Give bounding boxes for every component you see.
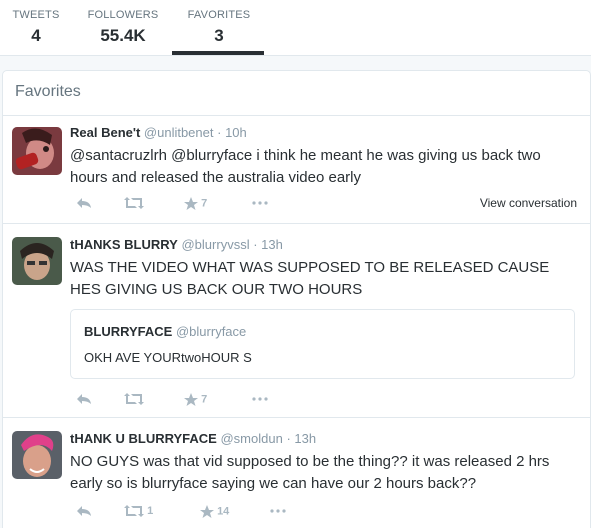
retweet-icon	[124, 393, 144, 406]
stat-favorites[interactable]: FAVORITES 3	[184, 9, 254, 46]
favorite-button[interactable]: 7	[184, 393, 207, 406]
tweet-author-name[interactable]: tHANK U BLURRYFACE	[70, 431, 217, 446]
favorites-panel: Favorites Real Bene't @unlitbenet · 10h …	[2, 70, 591, 528]
retweet-icon	[124, 505, 144, 518]
tweet-text: @santacruzlrh @blurryface i think he mea…	[70, 147, 541, 186]
tweet-header: tHANK U BLURRYFACE @smoldun · 13h	[70, 431, 316, 446]
tweet-author-handle[interactable]: @blurryvssl	[181, 237, 249, 252]
favorite-star-icon	[184, 197, 198, 210]
reply-icon	[77, 394, 91, 405]
divider	[3, 115, 590, 116]
retweet-icon	[124, 197, 144, 210]
retweet-button[interactable]	[124, 197, 144, 210]
active-tab-indicator	[172, 51, 264, 55]
reply-button[interactable]	[76, 505, 92, 517]
favorite-count: 14	[217, 505, 230, 518]
quoted-tweet-text: OKH AVE YOURtwoHOUR S	[84, 350, 252, 365]
tweet-timestamp[interactable]: 13h	[261, 237, 283, 252]
tweet-author-name[interactable]: tHANKS BLURRY	[70, 237, 178, 252]
stat-tweets-value: 4	[31, 26, 41, 45]
quoted-tweet[interactable]: BLURRYFACE @blurryface OKH AVE YOURtwoHO…	[70, 309, 575, 379]
stat-followers-label: FOLLOWERS	[87, 9, 159, 21]
tweet-timestamp[interactable]: 13h	[294, 431, 316, 446]
avatar[interactable]	[12, 127, 62, 175]
favorite-button[interactable]: 7	[184, 197, 207, 210]
tweet-header: Real Bene't @unlitbenet · 10h	[70, 125, 247, 140]
divider	[3, 417, 590, 418]
view-conversation-link[interactable]: View conversation	[480, 196, 577, 210]
avatar[interactable]	[12, 237, 62, 285]
separator-dot: ·	[217, 125, 222, 140]
more-dots-icon	[252, 397, 268, 401]
more-button[interactable]	[270, 505, 286, 517]
reply-icon	[77, 198, 91, 209]
stat-favorites-label: FAVORITES	[187, 9, 251, 21]
retweet-count: 1	[147, 505, 154, 517]
retweet-button[interactable]: 1	[124, 505, 154, 518]
more-button[interactable]	[252, 197, 268, 209]
separator-dot: ·	[286, 431, 291, 446]
more-dots-icon	[252, 201, 268, 205]
stat-followers-value: 55.4K	[100, 26, 146, 45]
reply-icon	[77, 506, 91, 517]
tweet-text: WAS THE VIDEO WHAT WAS SUPPOSED TO BE RE…	[70, 259, 550, 298]
tweet-header: tHANKS BLURRY @blurryvssl · 13h	[70, 237, 283, 252]
divider	[3, 223, 590, 224]
quoted-author-handle: @blurryface	[175, 324, 247, 339]
favorite-count: 7	[201, 197, 208, 210]
favorite-star-icon	[184, 393, 198, 406]
avatar[interactable]	[12, 431, 62, 479]
tweet-author-name[interactable]: Real Bene't	[70, 125, 140, 140]
stat-tweets-label: TWEETS	[12, 9, 60, 21]
reply-button[interactable]	[76, 197, 92, 209]
tweet-actions: 7	[70, 393, 580, 409]
more-dots-icon	[270, 509, 286, 513]
reply-button[interactable]	[76, 393, 92, 405]
retweet-button[interactable]	[124, 393, 144, 406]
panel-title: Favorites	[15, 83, 81, 100]
tweet-text: NO GUYS was that vid supposed to be the …	[70, 453, 550, 492]
tweet-author-handle[interactable]: @smoldun	[220, 431, 282, 446]
favorite-count: 7	[201, 393, 208, 406]
stat-tweets[interactable]: TWEETS 4	[10, 9, 62, 46]
separator-dot: ·	[253, 237, 258, 252]
tweet-actions: 1 14	[70, 505, 580, 521]
favorite-star-icon	[200, 505, 214, 518]
stat-favorites-value: 3	[214, 26, 224, 45]
tweet-author-handle[interactable]: @unlitbenet	[144, 125, 214, 140]
stat-followers[interactable]: FOLLOWERS 55.4K	[82, 9, 164, 46]
more-button[interactable]	[252, 393, 268, 405]
quoted-author-name: BLURRYFACE	[84, 324, 173, 339]
profile-stats-bar: TWEETS 4 FOLLOWERS 55.4K FAVORITES 3	[0, 0, 591, 56]
quoted-tweet-header: BLURRYFACE @blurryface	[84, 324, 246, 339]
tweet-timestamp[interactable]: 10h	[225, 125, 247, 140]
favorite-button[interactable]: 14	[200, 505, 229, 518]
